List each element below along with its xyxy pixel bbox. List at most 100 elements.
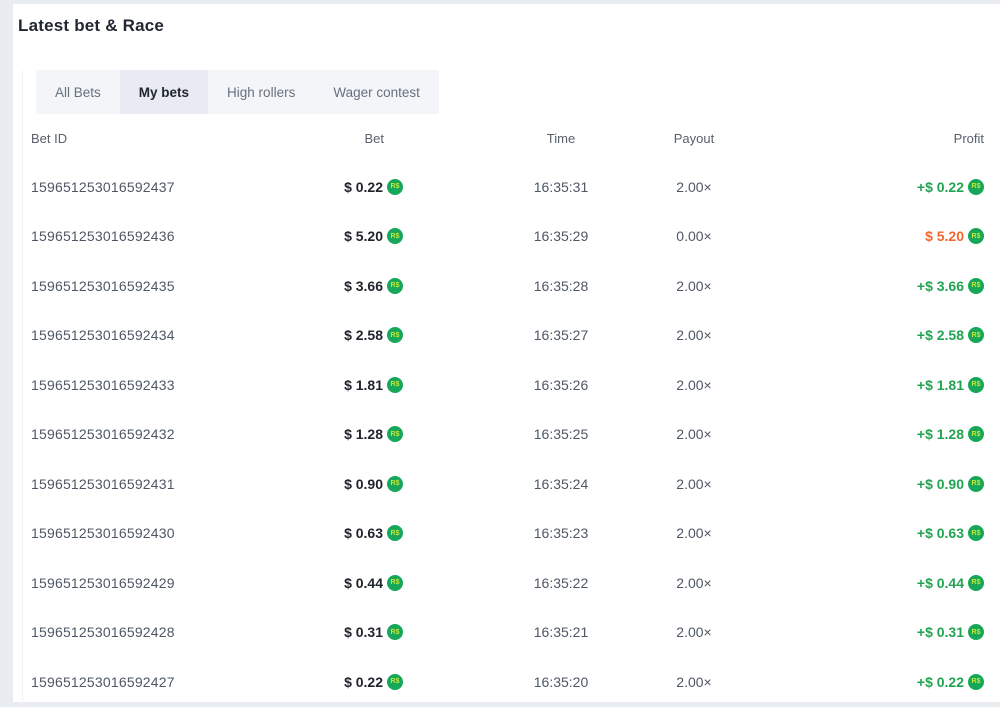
tab-all-bets[interactable]: All Bets	[36, 70, 120, 114]
bet-id: 159651253016592431	[31, 476, 281, 492]
profit-cell: +$ 0.22 R$	[917, 674, 984, 690]
profit-cell: $ 5.20 R$	[925, 228, 984, 244]
bet-id: 159651253016592437	[31, 179, 281, 195]
profit-cell: +$ 3.66 R$	[917, 278, 984, 294]
bet-cell: $ 0.63 R$	[344, 525, 403, 541]
bet-payout: 2.00×	[676, 674, 711, 690]
bet-payout: 2.00×	[676, 327, 711, 343]
profit-cell: +$ 0.22 R$	[917, 179, 984, 195]
column-header-bet: Bet	[364, 131, 403, 146]
brl-coin-icon: R$	[968, 624, 984, 640]
profit-amount: +$ 0.22	[917, 179, 964, 195]
brl-coin-icon: R$	[387, 278, 403, 294]
profit-cell: +$ 1.81 R$	[917, 377, 984, 393]
bet-time: 16:35:21	[534, 624, 589, 640]
brl-coin-icon: R$	[387, 377, 403, 393]
bet-cell: $ 0.31 R$	[344, 624, 403, 640]
table-row[interactable]: 159651253016592437 $ 0.22 R$ 16:35:31 2.…	[31, 162, 984, 212]
table-row[interactable]: 159651253016592429 $ 0.44 R$ 16:35:22 2.…	[31, 558, 984, 608]
profit-amount: +$ 1.28	[917, 426, 964, 442]
table-row[interactable]: 159651253016592434 $ 2.58 R$ 16:35:27 2.…	[31, 311, 984, 361]
profit-amount: +$ 0.31	[917, 624, 964, 640]
profit-cell: +$ 1.28 R$	[917, 426, 984, 442]
tab-label: Wager contest	[333, 85, 420, 100]
bet-time: 16:35:28	[534, 278, 589, 294]
bet-cell: $ 1.81 R$	[344, 377, 403, 393]
brl-coin-icon: R$	[968, 179, 984, 195]
bet-time: 16:35:27	[534, 327, 589, 343]
bet-cell: $ 0.44 R$	[344, 575, 403, 591]
bet-time: 16:35:25	[534, 426, 589, 442]
brl-coin-icon: R$	[968, 575, 984, 591]
table-row[interactable]: 159651253016592433 $ 1.81 R$ 16:35:26 2.…	[31, 360, 984, 410]
bet-cell: $ 1.28 R$	[344, 426, 403, 442]
bet-time: 16:35:23	[534, 525, 589, 541]
bet-amount: $ 1.81	[344, 377, 383, 393]
profit-amount: +$ 3.66	[917, 278, 964, 294]
bet-amount: $ 2.58	[344, 327, 383, 343]
bet-amount: $ 0.44	[344, 575, 383, 591]
bet-cell: $ 5.20 R$	[344, 228, 403, 244]
brl-coin-icon: R$	[387, 674, 403, 690]
brl-coin-icon: R$	[968, 377, 984, 393]
brl-coin-icon: R$	[387, 525, 403, 541]
column-header-profit: Profit	[954, 131, 984, 146]
tab-high-rollers[interactable]: High rollers	[208, 70, 314, 114]
bet-cell: $ 3.66 R$	[344, 278, 403, 294]
brl-coin-icon: R$	[387, 426, 403, 442]
bet-id: 159651253016592432	[31, 426, 281, 442]
table-row[interactable]: 159651253016592430 $ 0.63 R$ 16:35:23 2.…	[31, 509, 984, 559]
profit-cell: +$ 0.63 R$	[917, 525, 984, 541]
bet-cell: $ 0.22 R$	[344, 674, 403, 690]
brl-coin-icon: R$	[387, 327, 403, 343]
bet-payout: 2.00×	[676, 179, 711, 195]
bet-time: 16:35:20	[534, 674, 589, 690]
table-row[interactable]: 159651253016592427 $ 0.22 R$ 16:35:20 2.…	[31, 657, 984, 707]
bet-time: 16:35:24	[534, 476, 589, 492]
bet-amount: $ 0.31	[344, 624, 383, 640]
bet-id: 159651253016592436	[31, 228, 281, 244]
bet-payout: 2.00×	[676, 575, 711, 591]
bet-payout: 2.00×	[676, 278, 711, 294]
bet-amount: $ 0.22	[344, 674, 383, 690]
brl-coin-icon: R$	[968, 278, 984, 294]
bet-amount: $ 0.22	[344, 179, 383, 195]
brl-coin-icon: R$	[387, 228, 403, 244]
bet-time: 16:35:29	[534, 228, 589, 244]
bet-amount: $ 1.28	[344, 426, 383, 442]
profit-amount: +$ 0.63	[917, 525, 964, 541]
profit-amount: +$ 0.44	[917, 575, 964, 591]
profit-amount: $ 5.20	[925, 228, 964, 244]
bet-id: 159651253016592428	[31, 624, 281, 640]
bet-payout: 2.00×	[676, 525, 711, 541]
profit-amount: +$ 0.22	[917, 674, 964, 690]
bet-amount: $ 0.90	[344, 476, 383, 492]
brl-coin-icon: R$	[387, 476, 403, 492]
brl-coin-icon: R$	[387, 624, 403, 640]
profit-cell: +$ 2.58 R$	[917, 327, 984, 343]
table-row[interactable]: 159651253016592436 $ 5.20 R$ 16:35:29 0.…	[31, 212, 984, 262]
bet-cell: $ 0.22 R$	[344, 179, 403, 195]
table-row[interactable]: 159651253016592432 $ 1.28 R$ 16:35:25 2.…	[31, 410, 984, 460]
brl-coin-icon: R$	[968, 426, 984, 442]
brl-coin-icon: R$	[968, 476, 984, 492]
tab-wager-contest[interactable]: Wager contest	[314, 70, 439, 114]
table-row[interactable]: 159651253016592431 $ 0.90 R$ 16:35:24 2.…	[31, 459, 984, 509]
profit-cell: +$ 0.44 R$	[917, 575, 984, 591]
table-body: 159651253016592437 $ 0.22 R$ 16:35:31 2.…	[31, 162, 984, 707]
brl-coin-icon: R$	[968, 327, 984, 343]
table-row[interactable]: 159651253016592435 $ 3.66 R$ 16:35:28 2.…	[31, 261, 984, 311]
bet-time: 16:35:22	[534, 575, 589, 591]
bet-id: 159651253016592433	[31, 377, 281, 393]
column-header-time: Time	[547, 131, 575, 146]
table-header: Bet ID Bet Time Payout Profit	[31, 114, 984, 162]
bet-id: 159651253016592429	[31, 575, 281, 591]
page-title: Latest bet & Race	[18, 16, 1000, 36]
bets-panel: All Bets My bets High rollers Wager contest…	[22, 70, 1000, 707]
tab-label: My bets	[139, 85, 189, 100]
bet-payout: 2.00×	[676, 377, 711, 393]
profit-amount: +$ 0.90	[917, 476, 964, 492]
bet-amount: $ 3.66	[344, 278, 383, 294]
tab-my-bets[interactable]: My bets	[120, 70, 208, 114]
table-row[interactable]: 159651253016592428 $ 0.31 R$ 16:35:21 2.…	[31, 608, 984, 658]
